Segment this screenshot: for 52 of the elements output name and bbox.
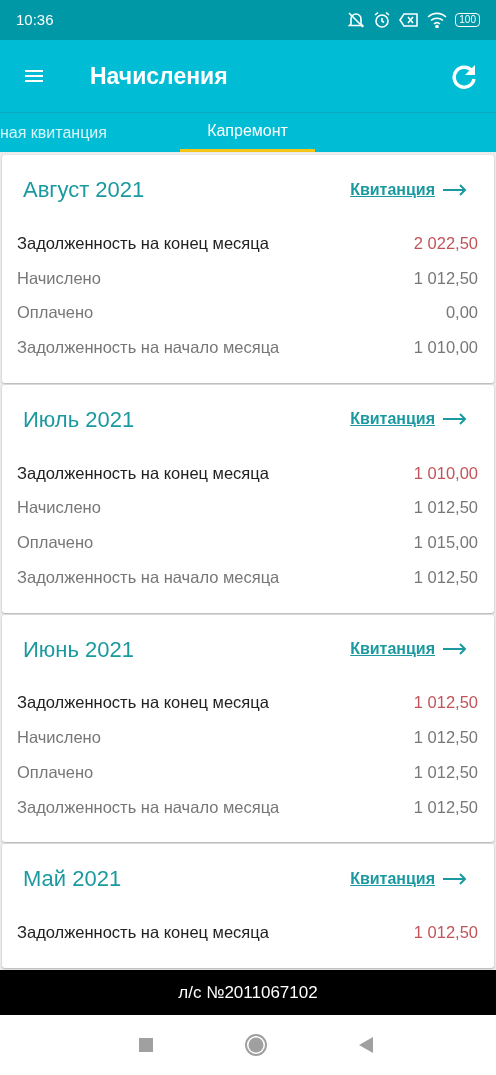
amount-value: 1 012,50 bbox=[413, 922, 478, 944]
alarm-icon bbox=[373, 11, 392, 29]
back-icon[interactable] bbox=[358, 1036, 374, 1054]
menu-icon bbox=[24, 68, 44, 84]
bell-off-icon bbox=[347, 11, 366, 29]
row-label: Задолженность на конец месяца bbox=[17, 462, 269, 484]
amount-value: 1 012,50 bbox=[413, 692, 478, 714]
amount-value: 1 010,00 bbox=[413, 462, 478, 484]
row-label: Задолженность на начало месяца bbox=[17, 566, 280, 588]
arrow-right-icon[interactable] bbox=[443, 643, 467, 655]
row-label: Оплачено bbox=[17, 532, 94, 554]
amount-value: 1 012,50 bbox=[413, 267, 478, 289]
arrow-right-icon[interactable] bbox=[443, 872, 467, 885]
arrow-right-icon[interactable] bbox=[443, 413, 467, 426]
screen-title: Начисления bbox=[90, 61, 228, 91]
row-label: Оплачено bbox=[17, 302, 94, 324]
amount-value: 1 015,00 bbox=[413, 532, 478, 554]
wifi-icon bbox=[427, 12, 448, 28]
month-title: Август 2021 bbox=[22, 176, 145, 204]
amount-value: 1 012,50 bbox=[413, 566, 478, 588]
row-label: Задолженность на начало месяца bbox=[17, 796, 280, 818]
refresh-icon bbox=[450, 62, 478, 90]
row-label: Начислено bbox=[17, 497, 101, 519]
month-title: Июнь 2021 bbox=[22, 635, 134, 664]
tab[interactable]: ная квитанция bbox=[0, 113, 180, 152]
receipt-link[interactable]: Квитанция bbox=[350, 637, 435, 661]
row-label: Начислено bbox=[17, 267, 101, 289]
month-title: Май 2021 bbox=[22, 865, 122, 894]
amount-value: 1 012,50 bbox=[413, 761, 478, 783]
home-icon[interactable] bbox=[244, 1033, 268, 1057]
receipt-link[interactable]: Квитанция bbox=[350, 866, 435, 891]
receipt-link[interactable]: Квитанция bbox=[350, 177, 435, 202]
row-label: Задолженность на конец месяца bbox=[17, 232, 269, 254]
amount-value: 1 012,50 bbox=[413, 497, 478, 519]
row-label: Задолженность на конец месяца bbox=[17, 922, 269, 944]
amount-value: 1 012,50 bbox=[413, 796, 478, 818]
battery-indicator: 100 bbox=[455, 13, 480, 27]
clock-time: 10:36 bbox=[16, 9, 54, 30]
month-title: Июль 2021 bbox=[22, 405, 135, 434]
row-label: Начислено bbox=[17, 727, 101, 749]
receipt-link[interactable]: Квитанция bbox=[350, 407, 435, 432]
row-label: Задолженность на начало месяца bbox=[17, 337, 280, 359]
amount-value: 1 012,50 bbox=[413, 727, 478, 749]
row-label: Задолженность на конец месяца bbox=[17, 692, 269, 714]
amount-value: 1 010,00 bbox=[413, 337, 478, 359]
amount-value: 2 022,50 bbox=[413, 232, 478, 254]
row-label: Оплачено bbox=[17, 761, 94, 783]
account-number: л/с №2011067102 bbox=[178, 981, 318, 1004]
amount-value: 0,00 bbox=[445, 302, 478, 324]
close-box-icon bbox=[399, 12, 420, 28]
recent-apps-icon[interactable] bbox=[138, 1037, 154, 1053]
arrow-right-icon[interactable] bbox=[443, 183, 467, 196]
